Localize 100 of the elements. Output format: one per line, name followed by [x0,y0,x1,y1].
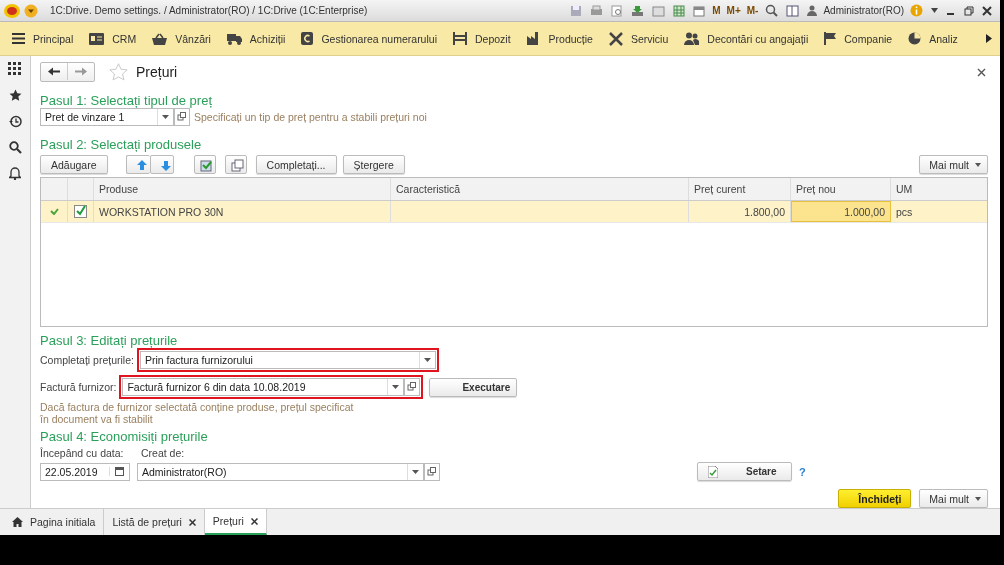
move-up-icon[interactable] [125,155,150,174]
close-tab-icon[interactable] [250,517,258,525]
section-item[interactable]: Vânzări [152,32,211,45]
field-label: Începând cu data: [40,447,125,459]
tab[interactable]: Prețuri [204,509,267,535]
truck-icon [226,32,242,45]
table-cell[interactable]: 1.000,00 [791,201,891,222]
step-heading: Pasul 1: Selectați tipul de preț [40,93,213,108]
section-item[interactable]: Decontări cu angajații [684,32,809,45]
people-icon [684,32,700,45]
currency-icon [301,32,314,45]
memory-button[interactable]: M+ [726,5,741,16]
tab[interactable]: Pagina initiala [4,509,105,535]
preview-icon[interactable] [611,4,624,17]
shelf-icon [452,32,467,45]
open-icon[interactable] [424,462,440,481]
table-cell-text: pcs [895,204,914,220]
dropdown-caret-icon[interactable] [392,385,400,389]
tab[interactable]: Listă de prețuri [104,509,205,535]
dropdown-caret-icon[interactable] [162,115,169,119]
step-heading: Pasul 3: Editați prețurile [40,333,179,348]
step-heading: Pasul 2: Selectați produsele [40,137,203,152]
caret-icon [975,496,981,501]
star-icon[interactable] [8,89,22,102]
section-item[interactable]: Serviciu [608,31,669,46]
star-icon[interactable] [109,63,128,81]
copy-icon[interactable] [224,155,247,174]
table-cell: WORKSTATION PRO 30N [94,201,391,222]
date-field[interactable]: 22.05.2019 [40,462,130,481]
author-field[interactable]: Administrator(RO) [137,462,424,481]
dropdown-caret-icon[interactable] [423,358,431,362]
user-icon [807,5,818,16]
invoice-field[interactable]: Factură furnizor 6 din data 10.08.2019 [122,378,405,396]
user-name[interactable]: Administrator(RO) [823,5,904,16]
field-label: Completați prețurile: [40,354,134,366]
step-heading: Pasul 4: Economisiți prețurile [40,429,209,444]
field-label: Creat de: [141,447,185,459]
field-label: Factură furnizor: [40,381,117,393]
section-item[interactable]: Gestionarea numerarului [301,32,437,45]
more-button[interactable]: Mai mult [919,155,988,174]
download-icon[interactable] [631,4,645,17]
section-item[interactable]: Producție [526,32,593,45]
caret-icon [975,162,981,167]
more-button[interactable]: Mai mult [919,489,988,508]
home-icon [12,517,23,527]
add-button[interactable]: Adăugare [40,155,108,174]
search-icon[interactable] [8,141,22,154]
memory-button[interactable]: M [712,5,721,16]
setup-button[interactable]: Setare [697,462,792,481]
fill-method-field[interactable]: Prin factura furnizorului [139,351,436,369]
hint-text: Specificați un tip de preț pentru a stabili prețuri noi [194,111,427,123]
section-item[interactable]: Achiziții [226,32,286,45]
bell-icon[interactable] [9,167,21,180]
table-row[interactable]: WORKSTATION PRO 30N 1.800,00 1.000,00 pcs [41,201,987,223]
page-title: Prețuri [136,64,178,80]
column-header[interactable]: Produse [94,178,391,200]
history-icon[interactable] [8,115,22,128]
column-header[interactable]: Preț curent [689,178,791,200]
panel-icon[interactable] [786,4,800,17]
logo-icon [4,3,20,18]
close-tab-icon[interactable] [188,518,196,526]
menu-icon [12,33,25,44]
section-item[interactable]: Depozit [452,32,511,45]
dropdown-icon[interactable] [24,3,38,18]
factory-icon [526,32,541,45]
close-icon[interactable] [982,5,992,16]
memory-button[interactable]: M- [746,5,759,16]
check-all-icon[interactable] [193,155,216,174]
move-down-icon[interactable] [149,155,174,174]
help-link[interactable]: ? [799,465,806,478]
open-icon[interactable] [404,378,421,396]
window-title: 1C:Drive. Demo settings. / Administrator(RO) / 1C:Drive (1C:Enterprise) [50,5,368,16]
section-item[interactable]: Companie [824,32,893,45]
close-button[interactable]: Închideți [838,489,912,508]
restore-icon[interactable] [964,5,974,16]
calculator-icon[interactable] [673,4,686,17]
section-item[interactable]: Analiz [908,32,958,45]
scroll-right-icon[interactable] [986,34,992,43]
calendar-icon[interactable] [693,4,706,17]
close-icon[interactable] [977,67,986,77]
price-type-field[interactable]: Pret de vinzare 1 [40,108,174,126]
fill-button[interactable]: Completați... [255,155,337,174]
caret-icon[interactable] [931,8,938,13]
section-item[interactable]: CRM [89,32,137,45]
column-header[interactable]: UM [891,178,987,200]
column-header[interactable]: Caracteristică [391,178,689,200]
id-card-icon [89,32,105,45]
dropdown-caret-icon[interactable] [412,469,419,474]
section-item[interactable]: Principal [12,32,74,45]
apps-grid-icon[interactable] [8,62,22,76]
pie-chart-icon [908,32,922,45]
document-check-icon [708,465,718,478]
delete-button[interactable]: Ștergere [342,155,405,174]
zoom-icon[interactable] [765,4,779,17]
open-icon[interactable] [174,108,190,126]
checkbox[interactable] [74,205,87,218]
flag-icon [824,32,837,45]
execute-button[interactable]: Executare [429,377,518,397]
column-header[interactable]: Preț nou [791,178,891,200]
note-text: Dacă factura de furnizor selectată conține produse, prețul specificat în document va fi stabilit [40,401,355,425]
